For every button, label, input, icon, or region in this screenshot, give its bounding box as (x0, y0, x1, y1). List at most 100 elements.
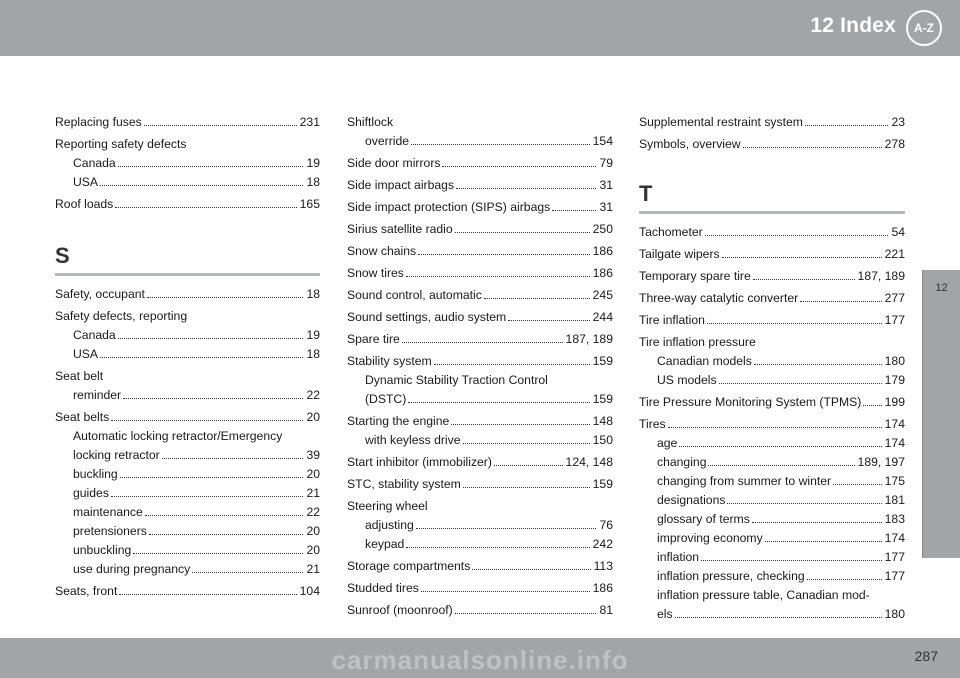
index-page-ref: 175 (884, 474, 905, 488)
section-letter-glyph: T (639, 181, 653, 206)
dot-leader (667, 427, 882, 428)
dot-leader (456, 188, 597, 189)
index-page-ref: 221 (884, 247, 905, 261)
index-term: Canadian models (657, 354, 752, 368)
index-page-ref: 76 (599, 518, 613, 532)
dot-leader (411, 144, 590, 145)
index-term: US models (657, 373, 717, 387)
chapter-tab: 12 (922, 270, 960, 558)
index-page-ref: 242 (592, 537, 613, 551)
index-term: Temporary spare tire (639, 269, 751, 283)
dot-leader (493, 465, 563, 466)
dot-leader (433, 364, 590, 365)
dot-leader (451, 424, 590, 425)
index-column-1: Replacing fuses 231 Reporting safety defe… (55, 114, 320, 605)
index-term: Sirius satellite radio (347, 222, 453, 236)
dot-leader (679, 446, 882, 447)
index-entry: Start inhibitor (immobilizer) 124, 148 (347, 454, 613, 471)
a-z-index-icon: A-Z (906, 10, 942, 46)
index-subentry-text: inflation pressure table, Canadian mod- (657, 588, 870, 602)
dot-leader (117, 166, 304, 167)
dot-leader (708, 465, 855, 466)
index-subentry: inflation 177 (639, 549, 905, 566)
dot-leader (415, 528, 597, 529)
index-term: Tires (639, 417, 666, 431)
index-entry-heading: Tire inflation pressure (639, 335, 756, 349)
index-term: use during pregnancy (73, 562, 191, 576)
index-subentry: els 180 (639, 606, 905, 623)
index-entry: Studded tires 186 (347, 580, 613, 597)
index-page-ref: 245 (592, 288, 613, 302)
index-entry: Sunroof (moonroof) 81 (347, 602, 613, 619)
index-subentry-text: Dynamic Stability Traction Control (365, 373, 548, 387)
index-entry: Side door mirrors 79 (347, 155, 613, 172)
index-term: Tire inflation (639, 313, 705, 327)
dot-leader (418, 254, 590, 255)
index-page-ref: 159 (592, 392, 613, 406)
index-page-ref: 187, 189 (857, 269, 905, 283)
index-term: Tailgate wipers (639, 247, 720, 261)
index-page-ref: 150 (592, 433, 613, 447)
index-subentry: USA 18 (55, 174, 320, 191)
index-page-ref: 20 (306, 524, 320, 538)
dot-leader (806, 579, 882, 580)
section-divider (639, 211, 905, 214)
dot-leader (161, 458, 304, 459)
index-page-ref: 174 (884, 417, 905, 431)
index-page-ref: 104 (299, 584, 320, 598)
dot-leader (800, 301, 882, 302)
index-term: Side door mirrors (347, 156, 441, 170)
dot-leader (119, 594, 297, 595)
index-subentry: with keyless drive 150 (347, 432, 613, 449)
dot-leader (148, 534, 304, 535)
dot-leader (552, 210, 597, 211)
index-subentry: pretensioners 20 (55, 523, 320, 540)
dot-leader (863, 405, 882, 406)
index-subentry: inflation pressure, checking 177 (639, 568, 905, 585)
index-term: (DSTC) (365, 392, 407, 406)
index-term: Studded tires (347, 581, 419, 595)
index-term: Stability system (347, 354, 432, 368)
index-term: keypad (365, 537, 405, 551)
index-term: guides (73, 486, 109, 500)
index-page-ref: 159 (592, 477, 613, 491)
index-entry: Side impact protection (SIPS) airbags 31 (347, 199, 613, 216)
index-subentry: guides 21 (55, 485, 320, 502)
index-entry-heading: Shiftlock (347, 115, 394, 129)
section-divider (55, 273, 320, 276)
chapter-tab-number: 12 (935, 282, 948, 294)
index-term: Spare tire (347, 332, 400, 346)
index-page-ref: 81 (599, 603, 613, 617)
dot-leader (192, 572, 304, 573)
index-term: USA (73, 347, 99, 361)
dot-leader (454, 613, 597, 614)
index-page-ref: 183 (884, 512, 905, 526)
index-page-ref: 31 (599, 200, 613, 214)
index-page-ref: 177 (884, 550, 905, 564)
index-page-ref: 18 (306, 347, 320, 361)
index-subentry: designations 181 (639, 492, 905, 509)
index-entry: Roof loads 165 (55, 196, 320, 213)
index-page-ref: 54 (891, 225, 905, 239)
index-term: Snow chains (347, 244, 417, 258)
index-term: Tire Pressure Monitoring System (TPMS) (639, 395, 862, 409)
dot-leader (110, 496, 304, 497)
index-subentry: age 174 (639, 435, 905, 452)
index-term: pretensioners (73, 524, 147, 538)
index-term: age (657, 436, 678, 450)
index-page-ref: 20 (306, 543, 320, 557)
index-subentry: USA 18 (55, 346, 320, 363)
index-entry: Replacing fuses 231 (55, 114, 320, 131)
index-term: Supplemental restraint system (639, 115, 803, 129)
index-term: STC, stability system (347, 477, 461, 491)
index-page-ref: 177 (884, 313, 905, 327)
index-page-ref: 19 (306, 156, 320, 170)
index-page-ref: 278 (884, 137, 905, 151)
dot-leader (115, 207, 297, 208)
index-page-ref: 165 (299, 197, 320, 211)
index-term: Canada (73, 156, 116, 170)
index-entry: Seats, front 104 (55, 583, 320, 600)
index-page-ref: 18 (306, 287, 320, 301)
dot-leader (706, 323, 882, 324)
index-entry: Safety, occupant 18 (55, 286, 320, 303)
